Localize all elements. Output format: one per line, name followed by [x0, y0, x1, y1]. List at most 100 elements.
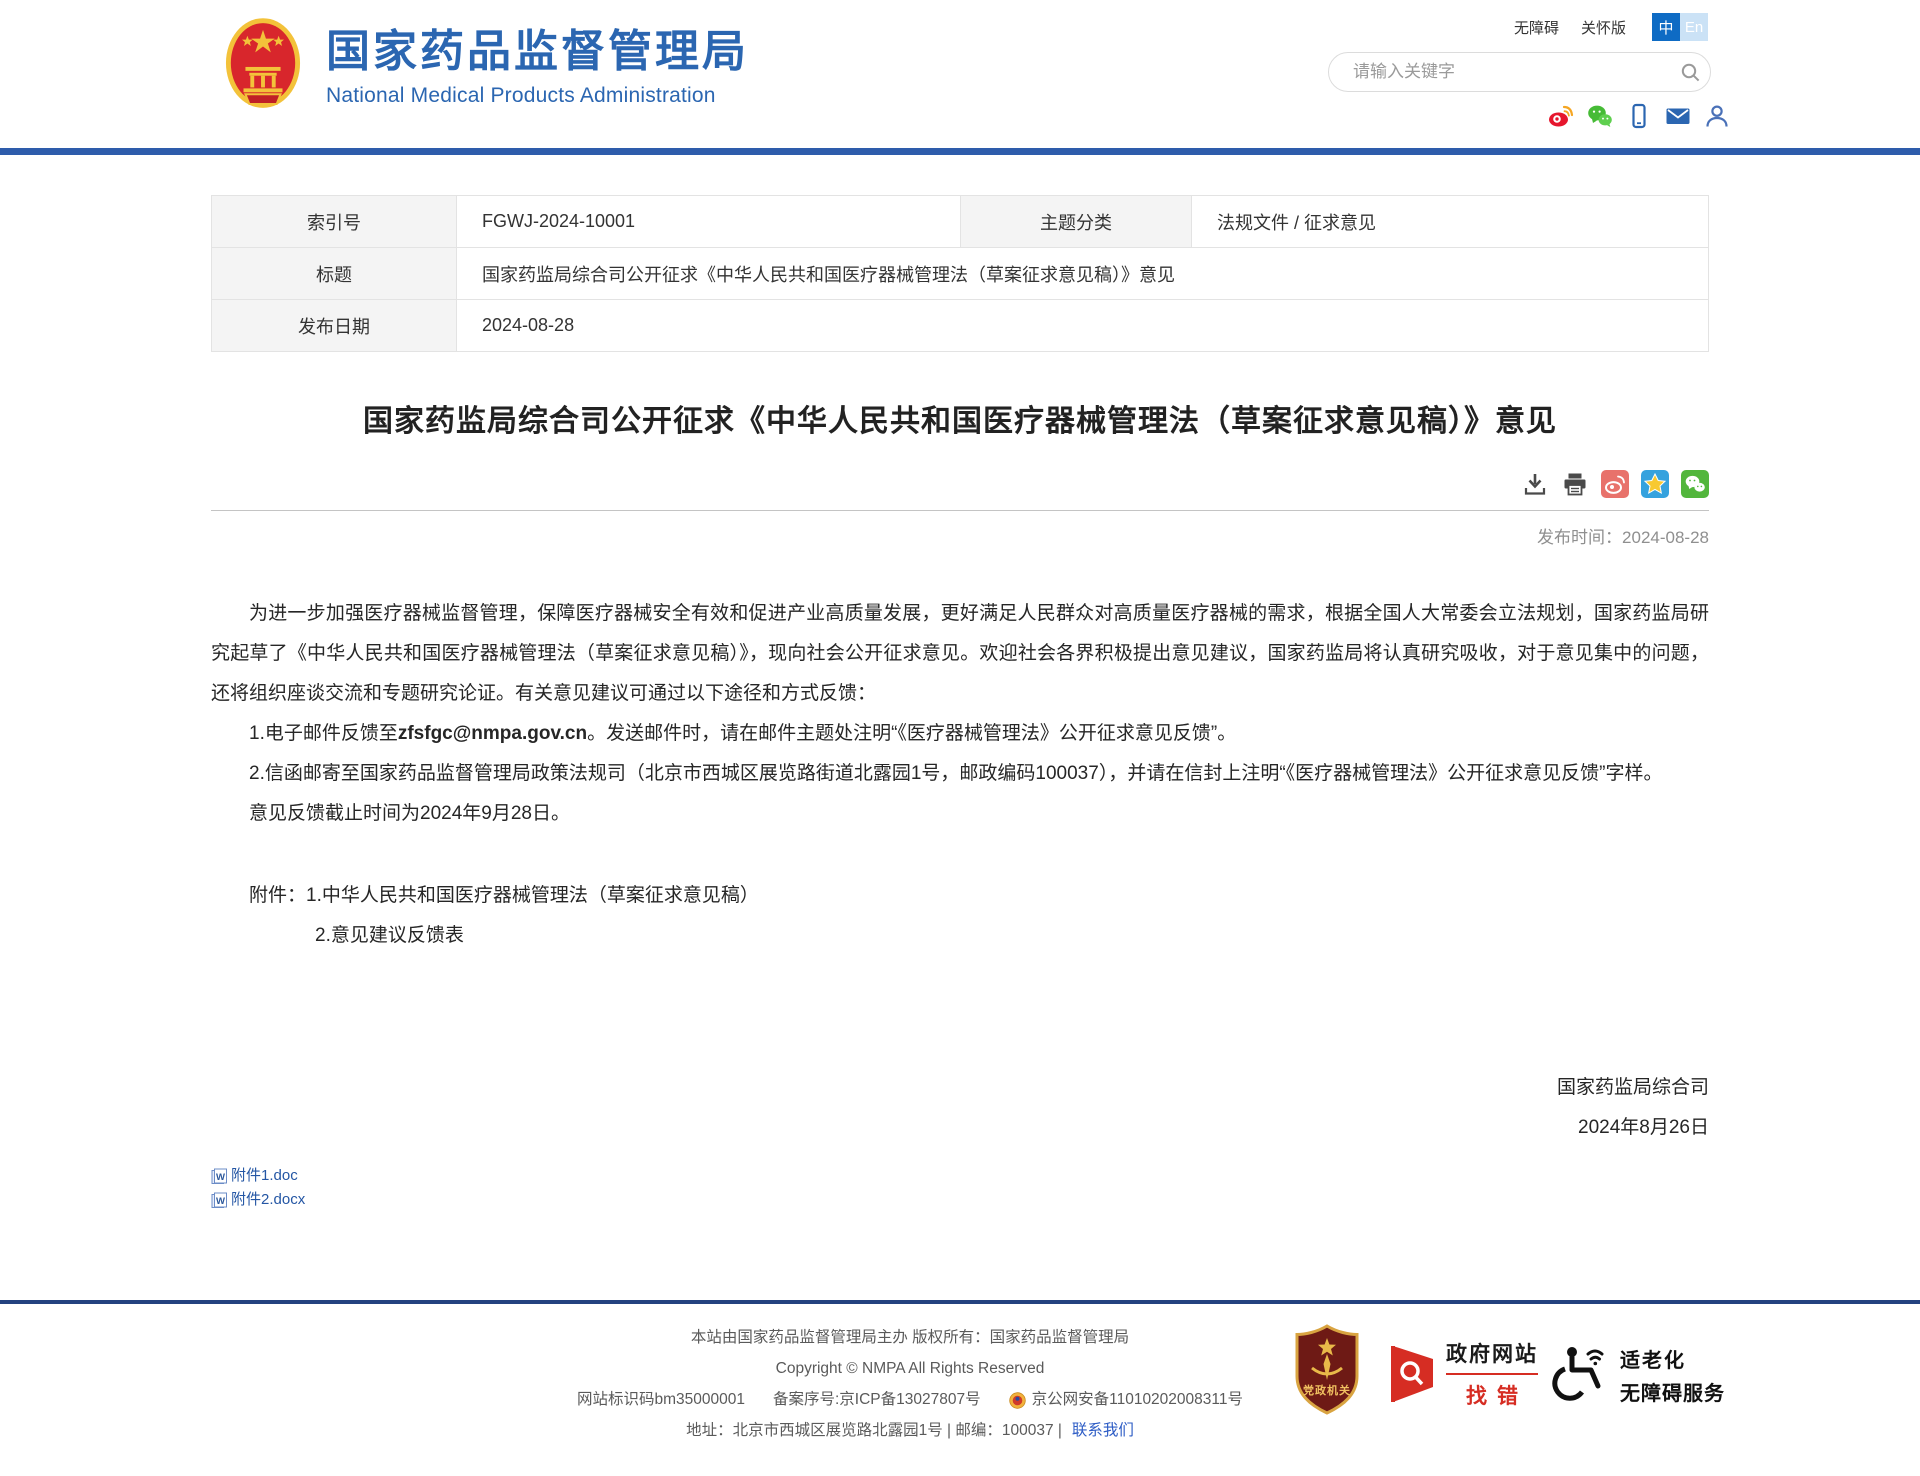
- site-header: 国家药品监督管理局 National Medical Products Admi…: [0, 0, 1920, 148]
- search-button[interactable]: [1670, 53, 1710, 91]
- attachment-file-1-link[interactable]: 附件1.doc: [231, 1164, 298, 1188]
- mobile-icon[interactable]: [1626, 103, 1652, 129]
- print-button[interactable]: [1561, 470, 1589, 498]
- publish-time: 发布时间：2024-08-28: [211, 523, 1709, 548]
- contact-us-link[interactable]: 联系我们: [1072, 1422, 1134, 1439]
- gov-site-label: 政府网站: [1446, 1338, 1538, 1368]
- user-icon[interactable]: [1704, 103, 1730, 129]
- word-doc-icon: W: [211, 1168, 228, 1185]
- police-badge-icon: [1009, 1392, 1026, 1409]
- attachment-files: W 附件1.doc W 附件2.docx: [211, 1164, 1709, 1212]
- publish-time-value: 2024-08-28: [1622, 528, 1709, 547]
- find-error-divider: [1446, 1373, 1538, 1375]
- share-weibo-button[interactable]: [1601, 470, 1629, 498]
- find-error-flag-icon: [1388, 1344, 1434, 1404]
- site-name-en: National Medical Products Administration: [326, 84, 749, 108]
- date-value: 2024-08-28: [457, 300, 1709, 352]
- table-row: 标题 国家药监局综合司公开征求《中华人民共和国医疗器械管理法（草案征求意见稿）》…: [212, 248, 1709, 300]
- care-version-link[interactable]: 关怀版: [1581, 17, 1626, 38]
- category-label: 主题分类: [961, 196, 1192, 248]
- weibo-icon[interactable]: [1548, 103, 1574, 129]
- footer-icp: 备案序号:京ICP备13027807号: [773, 1391, 981, 1408]
- publish-time-label: 发布时间：: [1537, 528, 1622, 547]
- paragraph-3: 2.信函邮寄至国家药品监督管理局政策法规司（北京市西城区展览路街道北露园1号，邮…: [211, 754, 1709, 794]
- find-error-label: 找错: [1456, 1380, 1528, 1410]
- nmpa-page: 国家药品监督管理局 National Medical Products Admi…: [0, 0, 1920, 1476]
- table-row: 发布日期 2024-08-28: [212, 300, 1709, 352]
- list-item: W 附件2.docx: [211, 1188, 1709, 1212]
- paragraph-2-suffix: 。发送邮件时，请在邮件主题处注明“《医疗器械管理法》公开征求意见反馈”。: [587, 723, 1236, 744]
- party-shield-icon: [1293, 1324, 1361, 1416]
- find-error-texts: 政府网站 找错: [1446, 1338, 1538, 1410]
- paragraph-1: 为进一步加强医疗器械监督管理，保障医疗器械安全有效和促进产业高质量发展，更好满足…: [211, 594, 1709, 714]
- signature-date: 2024年8月26日: [211, 1108, 1709, 1148]
- list-item: W 附件1.doc: [211, 1164, 1709, 1188]
- site-footer: 本站由国家药品监督管理局主办 版权所有：国家药品监督管理局 Copyright …: [0, 1300, 1920, 1476]
- header-top-links: 无障碍 关怀版 中 En: [1492, 13, 1708, 41]
- share-qzone-button[interactable]: [1641, 470, 1669, 498]
- attachments-list: 附件：1.中华人民共和国医疗器械管理法（草案征求意见稿） 2.意见建议反馈表: [211, 876, 1709, 956]
- site-logo[interactable]: 国家药品监督管理局 National Medical Products Admi…: [224, 16, 749, 114]
- table-row: 索引号 FGWJ-2024-10001 主题分类 法规文件 / 征求意见: [212, 196, 1709, 248]
- header-divider-bar: [0, 148, 1920, 155]
- elderly-label: 适老化: [1620, 1344, 1725, 1373]
- main-content: 索引号 FGWJ-2024-10001 主题分类 法规文件 / 征求意见 标题 …: [211, 195, 1709, 1212]
- attachment-2-title: 2.意见建议反馈表: [315, 925, 464, 946]
- title-label: 标题: [212, 248, 457, 300]
- word-doc-icon: W: [211, 1192, 228, 1209]
- title-value: 国家药监局综合司公开征求《中华人民共和国医疗器械管理法（草案征求意见稿）》意见: [457, 248, 1709, 300]
- signature-block: 国家药监局综合司 2024年8月26日: [211, 1068, 1709, 1148]
- footer-address: 地址：北京市西城区展览路北露园1号 | 邮编：100037 |: [686, 1422, 1062, 1439]
- gov-site-error-report-badge[interactable]: 政府网站 找错: [1388, 1338, 1538, 1410]
- wechat-icon[interactable]: [1587, 103, 1613, 129]
- accessibility-link[interactable]: 无障碍: [1514, 17, 1559, 38]
- search-icon: [1680, 62, 1701, 83]
- paragraph-4: 意见反馈截止时间为2024年9月28日。: [211, 794, 1709, 834]
- elderly-texts: 适老化 无障碍服务: [1620, 1344, 1725, 1406]
- svg-text:W: W: [216, 1196, 225, 1207]
- attachments-label: 附件：: [249, 885, 306, 906]
- lang-zh-button[interactable]: 中: [1652, 13, 1680, 41]
- footer-site-code: 网站标识码bm35000001: [577, 1391, 745, 1408]
- share-wechat-icon: [1681, 470, 1709, 498]
- share-weibo-icon: [1601, 470, 1629, 498]
- lang-en-button[interactable]: En: [1680, 13, 1708, 41]
- language-toggle: 中 En: [1652, 13, 1708, 41]
- site-name: 国家药品监督管理局 National Medical Products Admi…: [326, 16, 749, 108]
- index-value: FGWJ-2024-10001: [457, 196, 961, 248]
- site-name-zh: 国家药品监督管理局: [326, 28, 749, 76]
- date-label: 发布日期: [212, 300, 457, 352]
- article-body: 为进一步加强医疗器械监督管理，保障医疗器械安全有效和促进产业高质量发展，更好满足…: [211, 594, 1709, 834]
- svg-text:W: W: [216, 1172, 225, 1183]
- signature-org: 国家药监局综合司: [211, 1068, 1709, 1108]
- download-button[interactable]: [1521, 470, 1549, 498]
- attachment-file-2-link[interactable]: 附件2.docx: [231, 1188, 305, 1212]
- search-input[interactable]: [1329, 62, 1670, 82]
- footer-police: 京公网安备11010202008311号: [1032, 1390, 1243, 1410]
- national-emblem-icon: [224, 16, 302, 114]
- header-social-icons: [1548, 103, 1730, 129]
- category-value: 法规文件 / 征求意见: [1192, 196, 1709, 248]
- print-icon: [1562, 471, 1588, 497]
- paragraph-2-prefix: 1.电子邮件反馈至: [249, 723, 398, 744]
- barrier-free-label: 无障碍服务: [1620, 1377, 1725, 1406]
- paragraph-2: 1.电子邮件反馈至zfsfgc@nmpa.gov.cn。发送邮件时，请在邮件主题…: [211, 714, 1709, 754]
- attachment-1-title: 1.中华人民共和国医疗器械管理法（草案征求意见稿）: [306, 885, 759, 906]
- search-box: [1328, 52, 1711, 92]
- party-government-badge[interactable]: 党政机关: [1293, 1324, 1361, 1416]
- footer-line-address: 地址：北京市西城区展览路北露园1号 | 邮编：100037 | 联系我们: [360, 1421, 1460, 1441]
- mail-icon[interactable]: [1665, 103, 1691, 129]
- page-title: 国家药监局综合司公开征求《中华人民共和国医疗器械管理法（草案征求意见稿）》意见: [211, 396, 1709, 440]
- document-meta-table: 索引号 FGWJ-2024-10001 主题分类 法规文件 / 征求意见 标题 …: [211, 195, 1709, 352]
- wheelchair-wifi-icon: [1552, 1344, 1610, 1406]
- elderly-accessibility-badge[interactable]: 适老化 无障碍服务: [1552, 1344, 1725, 1406]
- party-badge-label: 党政机关: [1293, 1382, 1361, 1398]
- feedback-email: zfsfgc@nmpa.gov.cn: [398, 723, 587, 744]
- attachment-item: 2.意见建议反馈表: [211, 916, 1709, 956]
- attachment-item: 附件：1.中华人民共和国医疗器械管理法（草案征求意见稿）: [211, 876, 1709, 916]
- share-qzone-icon: [1641, 470, 1669, 498]
- share-wechat-button[interactable]: [1681, 470, 1709, 498]
- download-icon: [1522, 471, 1548, 497]
- index-label: 索引号: [212, 196, 457, 248]
- article-toolbar: [211, 470, 1709, 511]
